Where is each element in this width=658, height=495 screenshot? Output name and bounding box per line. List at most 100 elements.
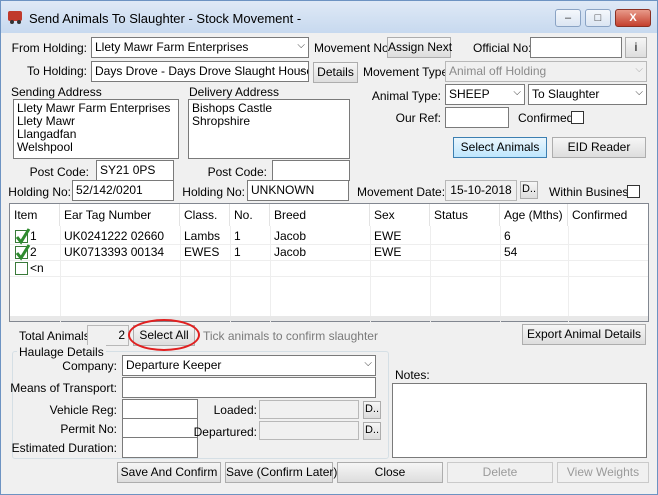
company-select[interactable]: Departure Keeper ⌵ [122,355,376,376]
cell-no: 1 [234,229,241,243]
from-holding-label: From Holding: [11,41,87,55]
main-window: Send Animals To Slaughter - Stock Moveme… [0,0,658,495]
select-animals-button[interactable]: Select Animals [453,137,547,158]
within-business-label: Within Business [549,185,635,199]
to-holding-label: To Holding: [26,64,87,78]
estimated-duration-input[interactable] [122,437,198,458]
vehicle-reg-input[interactable] [122,399,198,420]
from-holding-select[interactable]: Llety Mawr Farm Enterprises ⌵ [91,37,309,58]
cell-sex: EWE [374,245,402,259]
delivery-address-line: Shropshire [192,114,251,128]
column-header-age[interactable]: Age (Mths) [500,204,568,226]
notes-label: Notes: [395,368,430,382]
close-button[interactable]: Close [337,462,443,483]
grid-divider [270,226,271,322]
confirmed-checkbox[interactable] [571,111,584,124]
maximize-button[interactable]: □ [585,9,611,27]
our-ref-input[interactable] [445,107,509,128]
delivery-postcode-input[interactable] [272,160,350,181]
official-no-input[interactable] [530,37,622,58]
total-animals-label: Total Animals: [19,329,94,343]
column-header-no[interactable]: No. [230,204,270,226]
new-row-checkbox[interactable] [15,262,28,275]
title-bar: Send Animals To Slaughter - Stock Moveme… [1,1,657,33]
permit-no-label: Permit No: [60,422,117,436]
to-holding-select[interactable]: Days Drove - Days Drove Slaught House ⌵ [91,61,309,82]
movement-date-picker-button[interactable]: D.. [520,181,538,199]
column-header-confirmed[interactable]: Confirmed [568,204,648,226]
sending-address-box[interactable]: Llety Mawr Farm Enterprises Llety Mawr L… [13,99,179,159]
departured-input[interactable] [259,421,359,440]
cell-class: EWES [184,245,220,259]
column-header-sex[interactable]: Sex [370,204,430,226]
grid-row-divider [10,276,648,277]
within-business-checkbox[interactable] [627,185,640,198]
minimize-button[interactable]: – [555,9,581,27]
chevron-down-icon: ⌵ [513,87,521,98]
loaded-input[interactable] [259,400,359,419]
animals-grid: Item Ear Tag Number Class. No. Breed Sex… [9,203,649,322]
from-holding-value: Llety Mawr Farm Enterprises [95,40,249,54]
new-row-label: <n [30,261,44,275]
grid-divider [60,226,61,322]
vehicle-reg-label: Vehicle Reg: [49,403,117,417]
truck-icon [8,11,22,24]
chevron-down-icon: ⌵ [635,64,643,75]
info-button[interactable]: i [625,37,647,58]
loaded-label: Loaded: [213,403,257,417]
delivery-address-box[interactable]: Bishops Castle Shropshire [188,99,350,159]
cell-item: 1 [30,229,37,243]
cell-breed: Jacob [274,245,307,259]
permit-no-input[interactable] [122,418,198,439]
cell-item: 2 [30,245,37,259]
column-header-breed[interactable]: Breed [270,204,370,226]
chevron-down-icon: ⌵ [297,40,305,51]
export-animal-details-button[interactable]: Export Animal Details [522,324,646,345]
sending-holding-no-label: Holding No: [8,185,71,199]
departured-picker-button[interactable]: D.. [363,422,381,440]
movement-type-select[interactable]: Animal off Holding ⌵ [445,61,647,82]
notes-textarea[interactable] [392,383,647,458]
delivery-address-label: Delivery Address [189,85,280,99]
delivery-holding-no-input[interactable]: UNKNOWN [247,180,349,201]
column-header-ear-tag[interactable]: Ear Tag Number [60,204,180,226]
row-confirm-checkbox[interactable] [15,244,31,261]
cell-class: Lambs [184,229,221,243]
movement-date-label: Movement Date: [357,185,446,199]
delete-button[interactable]: Delete [447,462,553,483]
cell-ear-tag: UK0713393 00134 [64,245,165,259]
animal-type-select[interactable]: SHEEP ⌵ [445,84,525,105]
cell-ear-tag: UK0241222 02660 [64,229,165,243]
eid-reader-button[interactable]: EID Reader [552,137,646,158]
departured-label: Departured: [193,425,257,439]
official-no-label: Official No: [473,41,532,55]
destination-select[interactable]: To Slaughter ⌵ [528,84,647,105]
column-header-status[interactable]: Status [430,204,500,226]
assign-next-button[interactable]: Assign Next [387,37,452,58]
check-mark-icon [15,244,31,261]
highlight-circle [128,319,200,351]
save-confirm-later-button[interactable]: Save (Confirm Later) [225,462,337,483]
grid-horizontal-scrollbar[interactable] [10,316,648,321]
grid-divider [430,226,431,322]
view-weights-button[interactable]: View Weights [557,462,649,483]
row-confirm-checkbox[interactable] [15,228,31,245]
destination-value: To Slaughter [532,87,600,101]
sending-postcode-input[interactable]: SY21 0PS [96,160,174,181]
column-header-item[interactable]: Item [10,204,60,226]
column-header-class[interactable]: Class. [180,204,230,226]
movement-date-input[interactable]: 15-10-2018 [445,180,517,201]
details-button[interactable]: Details [313,62,358,83]
confirmed-label: Confirmed: [518,111,577,125]
haulage-details-label: Haulage Details [17,345,106,359]
loaded-picker-button[interactable]: D.. [363,401,381,419]
means-of-transport-input[interactable] [122,377,376,398]
means-of-transport-label: Means of Transport: [10,381,117,395]
sending-holding-no-input[interactable]: 52/142/0201 [72,180,174,201]
save-and-confirm-button[interactable]: Save And Confirm [117,462,221,483]
grid-divider [500,226,501,322]
cell-age: 54 [504,245,518,259]
cell-age: 6 [504,229,511,243]
window-title: Send Animals To Slaughter - Stock Moveme… [29,11,302,26]
close-window-button[interactable]: X [615,9,651,27]
